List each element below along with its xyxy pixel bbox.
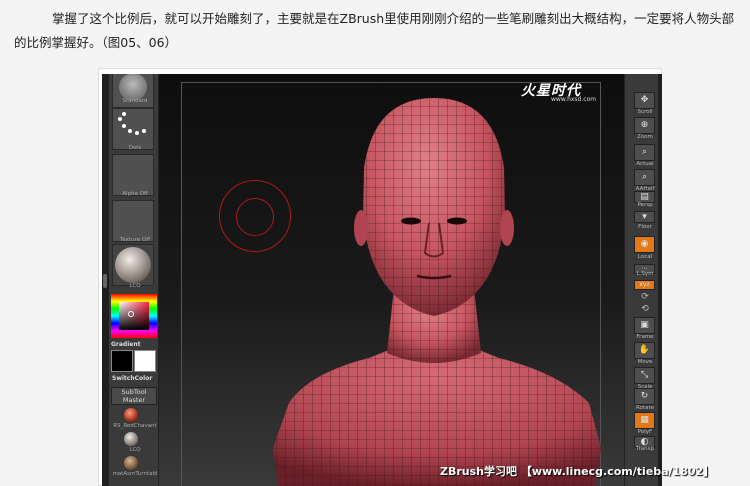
floor-icon: ▾ xyxy=(642,212,647,222)
article-paragraph: 掌握了这个比例后，就可以开始雕刻了，主要就是在ZBrush里使用刚刚介绍的一些笔… xyxy=(14,7,740,55)
zoom-label: Zoom xyxy=(637,134,653,140)
scroll-icon: ✥ xyxy=(640,95,649,105)
source-watermark: ZBrush学习吧 【www.linecg.com/tieba/1802】 xyxy=(440,465,715,478)
article-text: 掌握了这个比例后，就可以开始雕刻了，主要就是在ZBrush里使用刚刚介绍的一些笔… xyxy=(14,11,735,50)
floor-button[interactable]: ▾ xyxy=(634,211,655,223)
texture-slot[interactable] xyxy=(112,200,154,242)
brush-label: Standard xyxy=(122,98,148,104)
main-color-swatch[interactable] xyxy=(111,350,133,372)
polyf-grid-icon: ▦ xyxy=(640,415,649,425)
aahalf-button[interactable]: ⌕ xyxy=(634,169,655,186)
alpha-label: Alpha Off xyxy=(122,191,148,197)
move-hand-icon: ✋ xyxy=(638,345,651,355)
rotate-toggle-icon-2[interactable]: ⟲ xyxy=(629,304,661,314)
rotate-icon: ↻ xyxy=(640,391,649,401)
color-cursor-icon xyxy=(128,311,134,317)
local-icon: ◉ xyxy=(640,239,649,249)
scroll-label: Scroll xyxy=(637,109,653,115)
zoom-button[interactable]: ⊕ xyxy=(634,117,655,134)
frame-label: Frame xyxy=(636,334,654,340)
material-lco-icon[interactable] xyxy=(124,432,138,446)
color-square xyxy=(119,302,149,330)
secondary-color-swatch[interactable] xyxy=(134,350,156,372)
move-button[interactable]: ✋ xyxy=(634,342,655,359)
material-2-label: LCO xyxy=(129,447,141,453)
head-bust-model xyxy=(273,98,601,486)
floor-label: Floor xyxy=(638,224,652,230)
polyf-button[interactable]: ▦ xyxy=(634,412,655,429)
switchcolor-label[interactable]: SwitchColor xyxy=(112,375,152,382)
subtool-label: SubTool xyxy=(121,388,147,396)
local-label: Local xyxy=(637,254,653,260)
aahalf-icon: ⌕ xyxy=(641,172,648,182)
actual-label: Actual xyxy=(636,161,654,167)
left-tool-panel: Standard Dots Alpha Off Texture Off LCO … xyxy=(102,74,159,486)
alpha-slot[interactable] xyxy=(112,154,154,196)
left-panel-handle[interactable] xyxy=(102,74,109,486)
persp-label: Persp xyxy=(637,202,653,208)
master-label: Master xyxy=(122,396,146,404)
scroll-button[interactable]: ✥ xyxy=(634,92,655,109)
material-turntable-icon[interactable] xyxy=(124,456,138,470)
actual-button[interactable]: ⌕ xyxy=(634,144,655,161)
material-3-label: matAsmTurntabl xyxy=(112,471,158,477)
texture-label: Texture Off xyxy=(119,237,150,243)
rotate-toggle-icon[interactable]: ⟳ xyxy=(629,292,661,302)
scale-icon: ⤡ xyxy=(640,370,649,380)
actual-icon: ⌕ xyxy=(641,147,648,157)
material-label: LCO xyxy=(129,283,141,289)
xyz-button[interactable]: xyz xyxy=(634,280,655,290)
xyz-label: xyz xyxy=(639,281,650,288)
polyf-label: PolyF xyxy=(637,429,653,435)
transp-label: Transp xyxy=(635,446,655,452)
material-sphere-icon xyxy=(115,247,151,283)
frame-button[interactable]: ▣ xyxy=(634,317,655,334)
gradient-label[interactable]: Gradient xyxy=(111,341,141,348)
zbrush-screenshot: Standard Dots Alpha Off Texture Off LCO … xyxy=(102,74,662,486)
move-label: Move xyxy=(637,359,653,365)
dots-stroke-icon xyxy=(118,112,146,135)
rotate-label: Rotate xyxy=(635,405,654,411)
color-picker[interactable] xyxy=(111,294,157,338)
scale-button[interactable]: ⤡ xyxy=(634,367,655,384)
frame-icon: ▣ xyxy=(640,320,649,330)
lsym-label: L.Sym xyxy=(636,271,654,277)
local-button[interactable]: ◉ xyxy=(634,236,655,253)
brush-preview-icon xyxy=(119,74,147,101)
document-canvas[interactable]: 火星时代 www.hxsd.com xyxy=(159,74,624,486)
material-1-label: RS_RedChavant xyxy=(113,423,157,429)
material-redchavant-icon[interactable] xyxy=(124,408,138,422)
right-view-panel: ✥ Scroll ⊕ Zoom ⌕ Actual ⌕ AAHalf ▤ Pers… xyxy=(624,74,662,486)
material-slot[interactable] xyxy=(112,244,154,286)
subtool-master-button[interactable]: SubTool Master xyxy=(111,387,157,405)
zoom-icon: ⊕ xyxy=(640,120,649,130)
rotate-button[interactable]: ↻ xyxy=(634,388,655,405)
stroke-label: Dots xyxy=(128,145,142,151)
persp-icon: ▤ xyxy=(640,192,649,202)
stroke-slot[interactable] xyxy=(112,108,154,150)
